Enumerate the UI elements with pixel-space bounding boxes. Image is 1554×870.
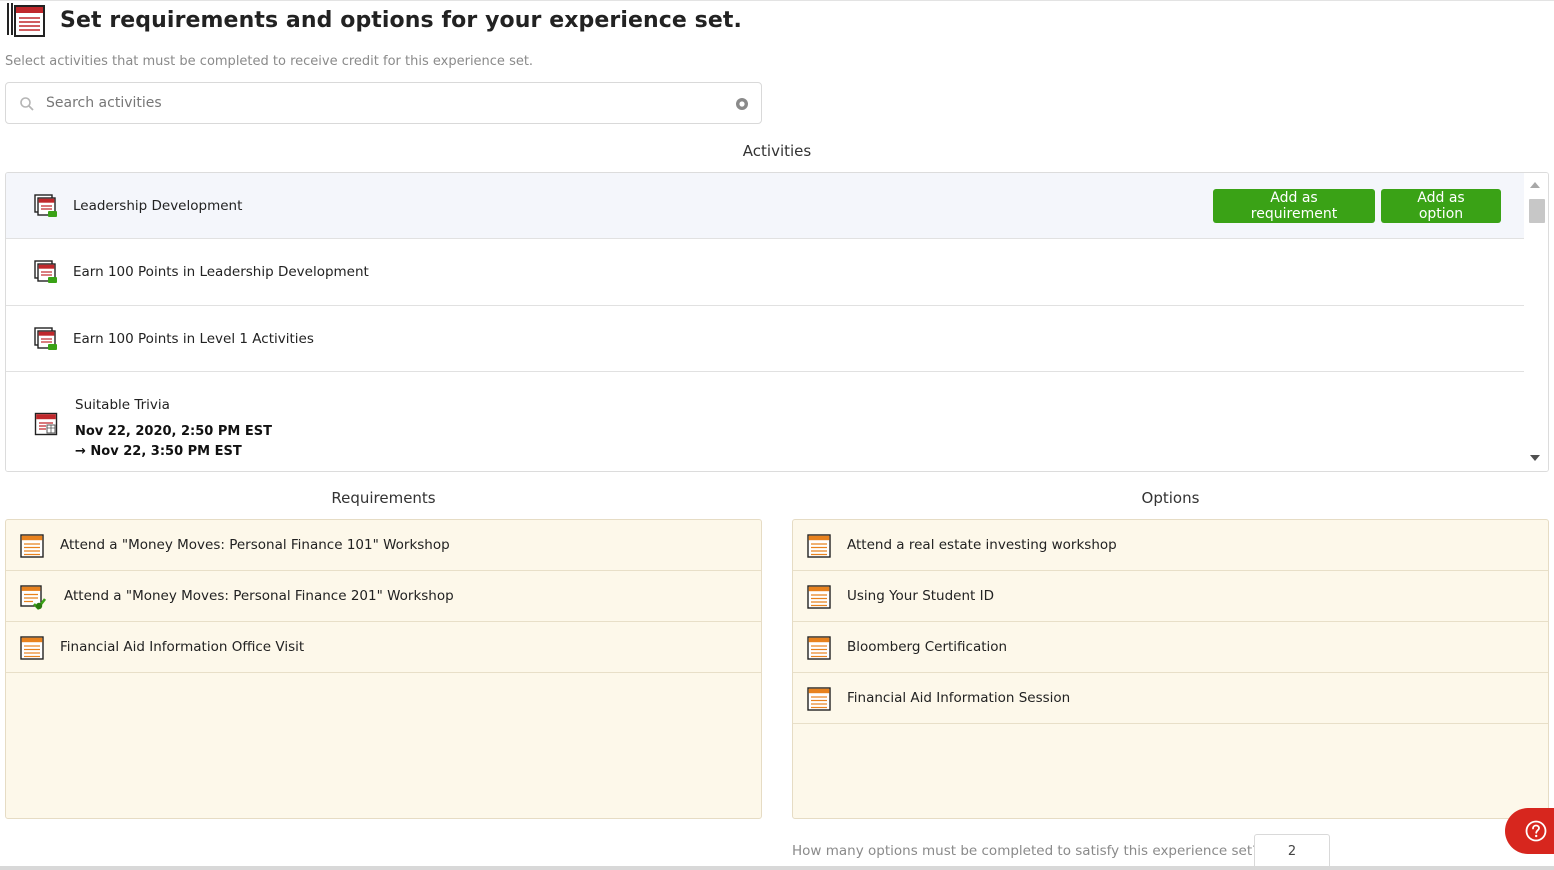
scroll-down-arrow-icon[interactable] [1530,455,1540,461]
option-label: Attend a real estate investing workshop [847,537,1117,553]
activity-label: Earn 100 Points in Level 1 Activities [73,331,314,347]
event-list-icon [807,585,831,609]
search-input[interactable] [46,91,726,115]
activity-row[interactable]: Suitable Trivia Nov 22, 2020, 2:50 PM ES… [6,372,1524,471]
options-heading: Options [1141,489,1200,507]
activities-list: Leadership Development Add as requiremen… [5,172,1549,472]
option-item[interactable]: Attend a real estate investing workshop [793,520,1548,571]
scroll-up-arrow-icon[interactable] [1530,182,1540,188]
clear-search-icon[interactable] [735,96,749,110]
track-stack-icon [34,260,58,284]
top-divider [0,0,1554,1]
event-list-icon [20,636,44,660]
search-box[interactable] [5,82,762,124]
activity-row[interactable]: Earn 100 Points in Level 1 Activities [6,306,1524,372]
activity-end-date: → Nov 22, 3:50 PM EST [75,444,242,459]
track-stack-icon [34,327,58,351]
activities-heading: Activities [742,142,812,160]
activity-label: Earn 100 Points in Leadership Developmen… [73,264,369,280]
options-list: Attend a real estate investing workshop … [792,519,1549,819]
experience-set-icon [6,2,46,38]
activity-label: Suitable Trivia [75,397,170,413]
event-calendar-icon [34,412,58,436]
event-list-icon [807,636,831,660]
event-list-icon [807,687,831,711]
options-count-input[interactable] [1254,834,1330,869]
page-title: Set requirements and options for your ex… [60,7,742,33]
track-stack-icon [34,194,58,218]
add-as-option-button[interactable]: Add as option [1381,189,1501,223]
activities-scrollbar[interactable] [1524,173,1548,471]
event-checkin-icon [20,585,47,610]
page-header: Set requirements and options for your ex… [6,2,742,38]
requirement-label: Financial Aid Information Office Visit [60,639,305,655]
scroll-thumb[interactable] [1529,199,1545,223]
requirement-item[interactable]: Attend a "Money Moves: Personal Finance … [6,520,761,571]
option-item[interactable]: Financial Aid Information Session [793,673,1548,724]
option-item[interactable]: Using Your Student ID [793,571,1548,622]
requirement-label: Attend a "Money Moves: Personal Finance … [60,537,450,553]
option-label: Using Your Student ID [847,588,995,604]
activity-label: Leadership Development [73,198,243,214]
event-list-icon [20,534,44,558]
requirements-heading: Requirements [331,489,436,507]
requirements-list: Attend a "Money Moves: Personal Finance … [5,519,762,819]
activity-row[interactable]: Earn 100 Points in Leadership Developmen… [6,239,1524,306]
help-button[interactable] [1505,808,1554,854]
page-subtitle: Select activities that must be completed… [5,54,534,69]
requirement-item[interactable]: Financial Aid Information Office Visit [6,622,761,673]
requirement-label: Attend a "Money Moves: Personal Finance … [64,588,454,604]
event-list-icon [807,534,831,558]
option-label: Financial Aid Information Session [847,690,1071,706]
options-count-label: How many options must be completed to sa… [792,843,1260,859]
question-mark-icon [1525,820,1547,842]
option-item[interactable]: Bloomberg Certification [793,622,1548,673]
search-icon [19,96,35,112]
add-as-requirement-button[interactable]: Add as requirement [1213,189,1375,223]
activity-start-date: Nov 22, 2020, 2:50 PM EST [75,424,272,439]
activity-row[interactable]: Leadership Development Add as requiremen… [6,173,1524,239]
requirement-item[interactable]: Attend a "Money Moves: Personal Finance … [6,571,761,622]
option-label: Bloomberg Certification [847,639,1008,655]
bottom-divider [0,866,1554,870]
